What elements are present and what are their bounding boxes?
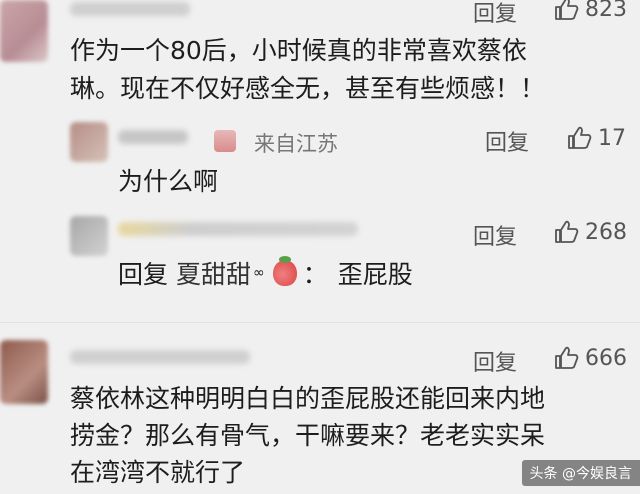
location-label: 来自江苏 [254, 132, 338, 156]
comment-text-line: 作为一个80后，小时候真的非常喜欢蔡依 [70, 36, 527, 65]
comment-text-line: 琳。现在不仅好感全无，甚至有些烦感！！ [70, 74, 546, 103]
avatar[interactable] [70, 216, 108, 256]
watermark: 头条 @今娱良言 [521, 460, 640, 486]
tilde-icon: ∞ [253, 265, 265, 281]
comment-text-line: 捞金？那么有骨气，干嘛要来？老老实实呆 [70, 421, 546, 450]
comment-text-line: 蔡依林这种明明白白的歪屁股还能回来内地 [70, 384, 546, 413]
reply-button[interactable]: 回复 [485, 125, 529, 157]
reply-button[interactable]: 回复 [473, 219, 517, 251]
username-blurred[interactable] [118, 130, 188, 144]
thumbs-up-icon [555, 220, 579, 243]
username-blurred[interactable] [70, 350, 250, 364]
reply-button[interactable]: 回复 [473, 345, 517, 377]
divider [0, 322, 640, 323]
colon-separator: ： [302, 260, 328, 289]
like-count: 823 [585, 0, 627, 22]
comment-text-line: 在湾湾不就行了 [70, 458, 246, 487]
comment-text-line: 为什么啊 [118, 167, 219, 196]
like-button[interactable]: 666 [553, 345, 627, 371]
reply-to-line: 回复 夏甜甜 ∞ ： 歪屁股 [118, 255, 413, 291]
comment-thread: 回复 823 作为一个80后，小时候真的非常喜欢蔡依 琳。现在不仅好感全无，甚至… [0, 0, 640, 494]
like-button[interactable]: 268 [553, 219, 627, 245]
reply-prefix: 回复 [118, 260, 169, 289]
reply-button[interactable]: 回复 [473, 0, 517, 28]
strawberry-badge-icon [214, 130, 236, 152]
avatar[interactable] [0, 0, 48, 62]
like-button[interactable]: 823 [553, 0, 627, 22]
avatar[interactable] [70, 122, 108, 162]
like-count: 666 [585, 345, 627, 371]
mention-username[interactable]: 夏甜甜 [176, 255, 251, 291]
avatar[interactable] [0, 340, 48, 404]
like-count: 268 [585, 219, 627, 245]
like-button[interactable]: 17 [566, 125, 626, 151]
thumbs-up-icon [568, 126, 592, 149]
strawberry-icon [272, 256, 297, 286]
thumbs-up-icon [555, 0, 579, 20]
thumbs-up-icon [555, 346, 579, 369]
username-blurred[interactable] [118, 222, 358, 236]
reply-body: 歪屁股 [337, 260, 413, 289]
like-count: 17 [598, 125, 626, 151]
username-blurred[interactable] [70, 2, 190, 16]
